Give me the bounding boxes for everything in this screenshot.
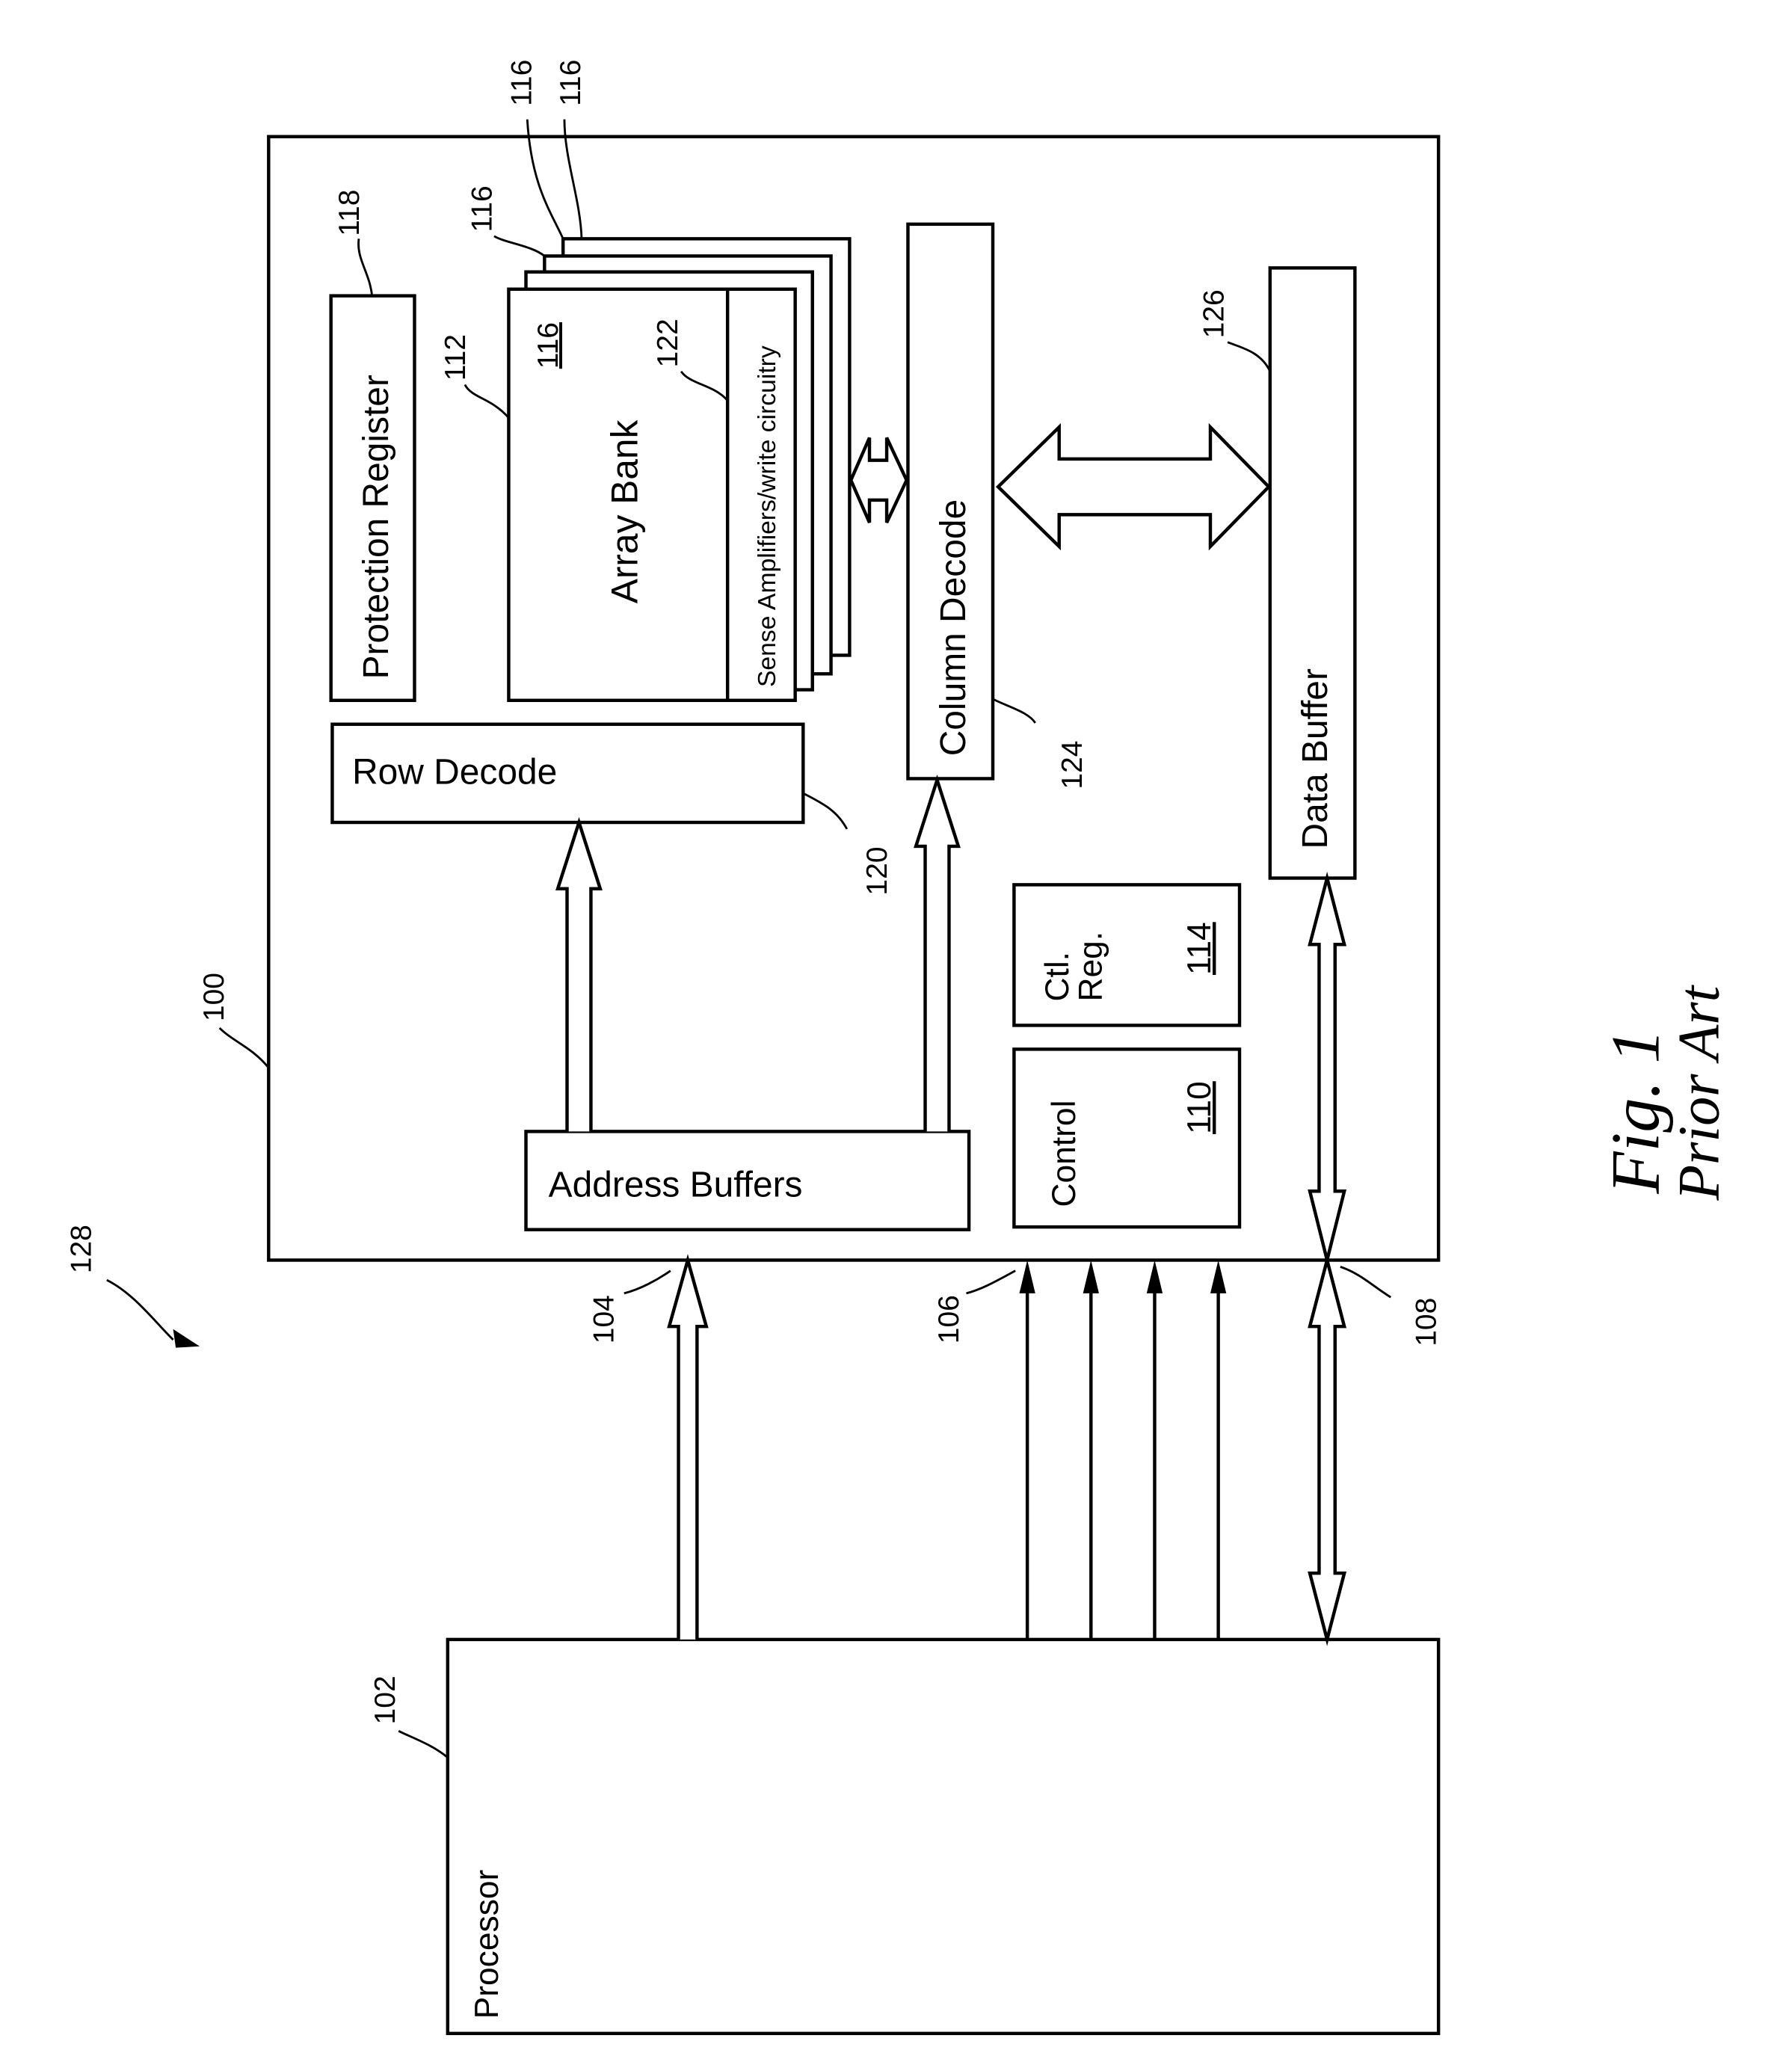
control-arrowhead-2 — [1083, 1260, 1099, 1293]
ref-106: 106 — [933, 1295, 965, 1344]
leader-128 — [106, 1278, 174, 1341]
processor-box — [446, 1637, 1441, 2036]
memory-system-diagram: 100 Array Bank 116 Sense Amplifiers/writ… — [66, 60, 1731, 2036]
bank-ref-116: 116 — [532, 322, 564, 369]
address-bus-arrow — [667, 1254, 709, 1640]
memory-device-box — [267, 135, 1441, 1262]
address-buffers-label: Address Buffers — [549, 1165, 803, 1204]
ref-112: 112 — [440, 334, 472, 381]
data-bus-arrow — [1308, 1253, 1347, 1646]
leader-108 — [1340, 1266, 1392, 1299]
leader-100 — [218, 1027, 270, 1069]
leader-102 — [398, 1730, 449, 1758]
figure-subtitle: Prior Art — [1666, 984, 1731, 1201]
ref-116-a: 116 — [466, 185, 498, 232]
data-buffer-label: Data Buffer — [1296, 668, 1335, 849]
ref-126: 126 — [1198, 289, 1231, 338]
control-arrowhead-4 — [1210, 1260, 1227, 1293]
ref-114: 114 — [1181, 922, 1218, 975]
ref-128: 128 — [66, 1225, 98, 1273]
ref-118: 118 — [333, 190, 366, 236]
processor-label: Processor — [469, 1869, 505, 2019]
ctl-reg-label-line1: Ctl. — [1039, 952, 1076, 1002]
ref-122: 122 — [652, 318, 684, 367]
ref-116-b: 116 — [506, 60, 538, 106]
protection-register-label: Protection Register — [357, 375, 396, 679]
control-arrowhead-1 — [1019, 1260, 1035, 1293]
ref-104: 104 — [588, 1295, 621, 1344]
array-bank-label: Array Bank — [604, 419, 646, 603]
ref-108: 108 — [1411, 1298, 1443, 1346]
sense-amplifiers-label: Sense Amplifiers/write circuitry — [753, 345, 781, 687]
figure-title: Fig. 1 — [1598, 1029, 1674, 1194]
ref-102: 102 — [369, 1675, 401, 1724]
ref-120: 120 — [861, 846, 893, 895]
row-decode-label: Row Decode — [352, 753, 557, 792]
ref-124: 124 — [1056, 741, 1089, 790]
ref-110: 110 — [1181, 1081, 1218, 1134]
control-arrowhead-3 — [1146, 1260, 1163, 1293]
ref-116-c: 116 — [555, 60, 587, 106]
leader-104 — [623, 1269, 671, 1295]
system-arrowhead-128 — [173, 1329, 200, 1348]
column-decode-label: Column Decode — [934, 499, 973, 756]
leader-106 — [966, 1269, 1016, 1295]
ctl-reg-label-line2: Reg. — [1073, 932, 1109, 1002]
ref-100: 100 — [198, 973, 230, 1021]
control-label: Control — [1046, 1101, 1083, 1207]
